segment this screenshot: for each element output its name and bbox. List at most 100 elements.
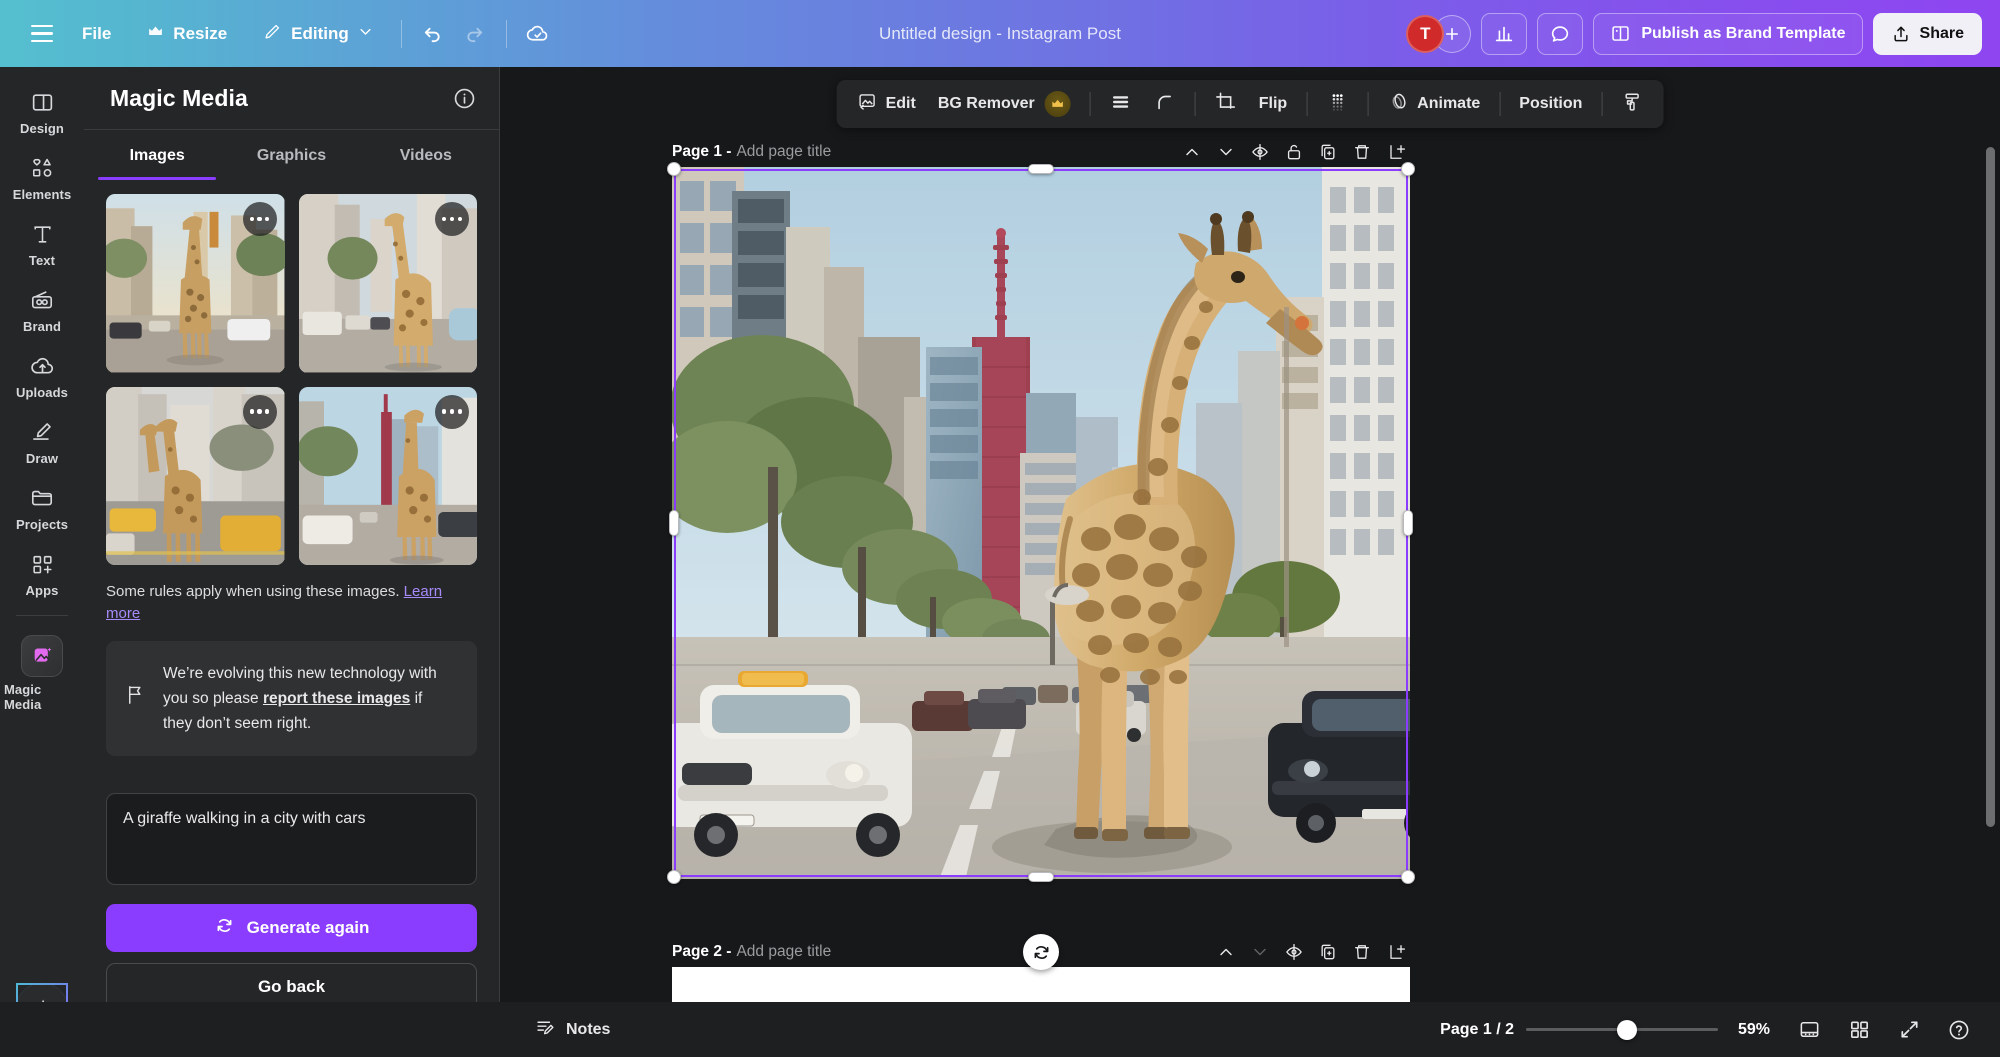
resize-button[interactable]: Resize (133, 16, 241, 52)
hide-page-button[interactable] (1244, 137, 1276, 167)
generate-again-button[interactable]: Generate again (106, 904, 477, 952)
panel-body: Some rules apply when using these images… (84, 180, 499, 779)
sidebar-item-text[interactable]: Text (4, 211, 80, 275)
more-dots-icon[interactable] (243, 395, 277, 429)
resize-handle-top-left[interactable] (667, 162, 681, 176)
sidebar-item-apps[interactable]: Apps (4, 541, 80, 605)
tab-videos[interactable]: Videos (359, 130, 493, 180)
page-1-header: Page 1 - Add page title (672, 137, 1412, 167)
add-page-button-2[interactable] (1380, 937, 1412, 967)
delete-page-button[interactable] (1346, 137, 1378, 167)
sidebar-item-draw[interactable]: Draw (4, 409, 80, 473)
move-page-up-button-2[interactable] (1210, 937, 1242, 967)
share-button[interactable]: Share (1873, 13, 1982, 55)
file-menu-button[interactable]: File (68, 17, 125, 51)
cloud-upload-icon (29, 352, 56, 380)
template-layout-icon (1610, 23, 1631, 44)
layout-panel-icon (30, 88, 55, 116)
bg-remover-button[interactable]: BG Remover (928, 86, 1081, 122)
object-toolbar: Edit BG Remover (837, 80, 1664, 128)
shapes-icon (29, 154, 56, 182)
undo-button[interactable] (412, 13, 454, 55)
page-1-canvas[interactable] (672, 167, 1410, 879)
transparency-button[interactable] (1316, 86, 1358, 122)
redo-button[interactable] (454, 13, 496, 55)
share-label: Share (1920, 25, 1964, 43)
sidebar-item-projects[interactable]: Projects (4, 475, 80, 539)
move-page-down-button-2[interactable] (1244, 937, 1276, 967)
publish-brand-template-button[interactable]: Publish as Brand Template (1593, 13, 1862, 55)
sidebar-item-uploads[interactable]: Uploads (4, 343, 80, 407)
page-2-rotate-button[interactable] (1023, 934, 1059, 970)
duplicate-page-button-2[interactable] (1312, 937, 1344, 967)
comments-button[interactable] (1537, 13, 1583, 55)
info-button[interactable] (452, 86, 477, 111)
position-button[interactable]: Position (1509, 86, 1592, 122)
generated-image-2[interactable] (299, 194, 478, 373)
prompt-input[interactable] (106, 793, 477, 885)
sidebar-item-brand[interactable]: Brand (4, 277, 80, 341)
sidebar-item-magic-media[interactable]: Magic Media (4, 626, 80, 719)
animate-label: Animate (1417, 95, 1480, 113)
redo-arrow-icon (463, 22, 486, 45)
edit-image-button[interactable]: Edit (847, 86, 926, 122)
fullscreen-button[interactable] (1890, 1012, 1928, 1048)
resize-handle-middle-right[interactable] (1403, 510, 1413, 536)
toolbar-divider (401, 20, 402, 48)
grid-thumbnails-button[interactable] (1840, 1012, 1878, 1048)
analytics-button[interactable] (1481, 13, 1527, 55)
pages-scroll-container[interactable]: Page 1 - Add page title (500, 67, 2000, 1057)
resize-handle-bottom-left[interactable] (667, 870, 681, 884)
resize-handle-bottom-right[interactable] (1401, 870, 1415, 884)
animate-ellipse-icon (1387, 91, 1409, 118)
duplicate-page-button[interactable] (1312, 137, 1344, 167)
sidebar-item-elements[interactable]: Elements (4, 145, 80, 209)
generated-image-1[interactable] (106, 194, 285, 373)
resize-handle-bottom-center[interactable] (1028, 872, 1054, 882)
align-button[interactable] (1100, 86, 1142, 122)
paint-roller-button[interactable] (1611, 86, 1653, 122)
zoom-slider[interactable] (1526, 1017, 1718, 1043)
tab-images[interactable]: Images (90, 130, 224, 180)
crown-icon (147, 23, 164, 45)
page-2-title-input[interactable]: Add page title (736, 943, 831, 961)
resize-handle-middle-left[interactable] (669, 510, 679, 536)
delete-page-button-2[interactable] (1346, 937, 1378, 967)
generated-image-4[interactable] (299, 387, 478, 566)
corner-radius-button[interactable] (1144, 86, 1186, 122)
duplicate-icon (1318, 142, 1338, 162)
avatar[interactable]: T (1406, 15, 1444, 53)
more-dots-icon[interactable] (435, 202, 469, 236)
panel-header: Magic Media (84, 67, 499, 130)
toolbar-divider-3 (1306, 92, 1307, 116)
move-page-up-button[interactable] (1176, 137, 1208, 167)
filmstrip-view-button[interactable] (1790, 1012, 1828, 1048)
flip-button[interactable]: Flip (1249, 86, 1297, 122)
page-1-title-input[interactable]: Add page title (736, 143, 831, 161)
toolbar-divider-6 (1601, 92, 1602, 116)
editing-mode-button[interactable]: Editing (249, 15, 387, 53)
move-page-down-button[interactable] (1210, 137, 1242, 167)
generated-image-3[interactable] (106, 387, 285, 566)
document-title[interactable]: Untitled design - Instagram Post (867, 18, 1133, 50)
lock-page-button[interactable] (1278, 137, 1310, 167)
resize-handle-top-right[interactable] (1401, 162, 1415, 176)
zoom-slider-knob[interactable] (1617, 1020, 1637, 1040)
hide-page-button-2[interactable] (1278, 937, 1310, 967)
report-images-link[interactable]: report these images (263, 690, 410, 707)
more-dots-icon[interactable] (435, 395, 469, 429)
animate-button[interactable]: Animate (1377, 86, 1490, 122)
notes-button[interactable]: Notes (523, 1010, 622, 1050)
sidebar-item-design[interactable]: Design (4, 79, 80, 143)
checker-transparency-icon (1326, 91, 1348, 118)
more-dots-icon[interactable] (243, 202, 277, 236)
cloud-saved-button[interactable] (517, 13, 559, 55)
resize-handle-top-center[interactable] (1028, 164, 1054, 174)
hamburger-menu-icon[interactable] (20, 12, 64, 56)
canvas-vertical-scrollbar[interactable] (1986, 147, 1995, 827)
undo-arrow-icon (421, 22, 444, 45)
tab-graphics[interactable]: Graphics (224, 130, 358, 180)
crop-button[interactable] (1205, 86, 1247, 122)
help-button[interactable] (1940, 1012, 1978, 1048)
plus-icon (1443, 25, 1461, 43)
